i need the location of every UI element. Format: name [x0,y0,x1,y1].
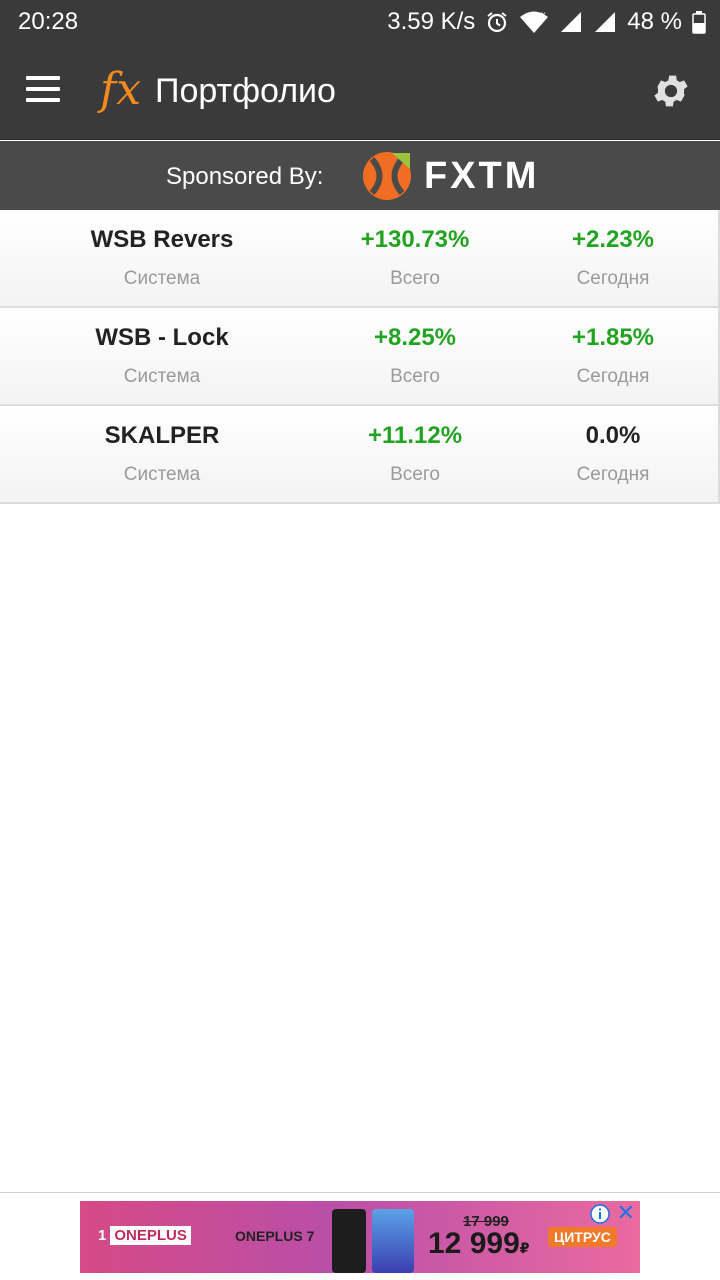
gear-icon[interactable] [650,70,692,112]
info-icon[interactable] [590,1204,610,1224]
today-label: Сегодня [576,366,650,387]
system-label: Система [123,268,201,289]
signal-icon [595,12,616,32]
page-title: Портфолио [155,72,336,110]
battery-level: 48 % [627,8,682,35]
system-name: WSB Revers [90,226,234,253]
today-cell: +1.85% Сегодня [493,308,720,388]
today-value: 0.0% [585,422,641,449]
list-item[interactable]: WSB Revers Система +130.73% Всего +2.23%… [0,210,720,308]
today-cell: 0.0% Сегодня [493,406,720,486]
ad-container: 1 ONEPLUS ONEPLUS 7 17 999 12 999₽ ЦИТРУС… [0,1192,720,1280]
fxtm-logo-icon [363,152,411,200]
hamburger-menu-icon[interactable] [26,72,70,112]
currency-symbol: ₽ [519,1240,530,1256]
network-speed: 3.59 K/s [387,8,476,35]
list-item[interactable]: WSB - Lock Система +8.25% Всего +1.85% С… [0,308,720,406]
system-cell: WSB Revers Система [42,210,282,290]
app-logo: fx [100,64,142,115]
system-cell: SKALPER Система [42,406,282,486]
system-name: WSB - Lock [95,324,229,351]
system-label: Система [123,366,201,387]
list-item[interactable]: SKALPER Система +11.12% Всего 0.0% Сегод… [0,406,720,504]
system-cell: WSB - Lock Система [42,308,282,388]
today-value: +1.85% [571,324,655,351]
ad-banner[interactable]: 1 ONEPLUS ONEPLUS 7 17 999 12 999₽ ЦИТРУС… [80,1201,640,1273]
phone-image [332,1209,366,1273]
today-label: Сегодня [576,268,650,289]
sponsor-label: Sponsored By: [166,163,324,190]
today-cell: +2.23% Сегодня [493,210,720,290]
status-icons: 3.59 K/s x 48 % [387,8,706,36]
status-time: 20:28 [18,8,79,35]
status-bar: 20:28 3.59 K/s x 48 % [0,0,720,44]
sponsor-bar: Sponsored By: FXTM [0,141,720,210]
portfolio-list: WSB Revers Система +130.73% Всего +2.23%… [0,210,720,504]
svg-text:x: x [541,10,546,19]
app-bar: fx Портфолио [0,44,720,140]
signal-icon [561,12,582,32]
ad-model: ONEPLUS 7 [235,1228,315,1244]
system-name: SKALPER [104,422,220,449]
wifi-icon: x [520,10,549,33]
ad-new-price-value: 12 999 [428,1227,520,1260]
phone-image [372,1209,414,1273]
alarm-icon [487,12,507,33]
ad-store: ЦИТРУС [548,1227,617,1247]
system-label: Система [123,464,201,485]
battery-icon [692,11,706,34]
ad-new-price: 12 999₽ [428,1227,530,1261]
close-icon[interactable]: ✕ [617,1202,635,1224]
ad-brand-name: ONEPLUS [110,1226,191,1245]
today-value: +2.23% [571,226,655,253]
ad-brand: 1 ONEPLUS [98,1226,191,1245]
sponsor-logo[interactable]: FXTM [362,151,539,201]
today-label: Сегодня [576,464,650,485]
sponsor-brand: FXTM [424,154,540,197]
